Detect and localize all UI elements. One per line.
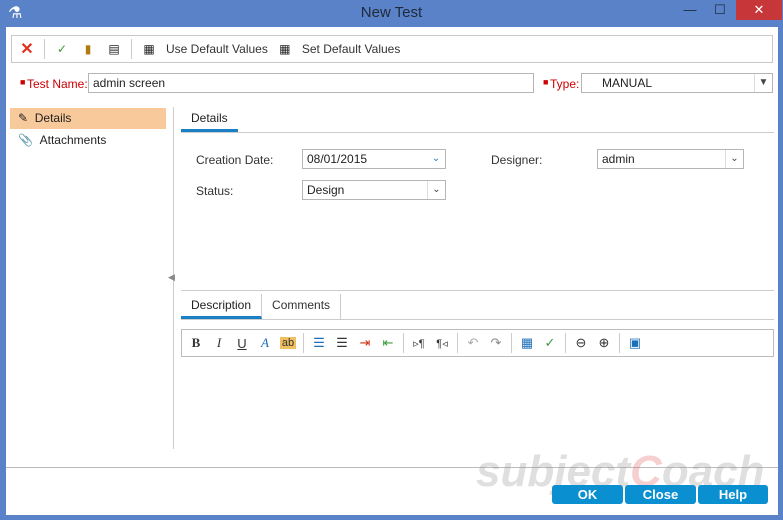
collapse-arrow-icon[interactable]: ◀: [168, 272, 175, 283]
sidebar-item-label: Attachments: [39, 133, 107, 147]
toolbar: ✕ ✓ ▮ ▤ ▦ Use Default Values ▦ Set Defau…: [11, 35, 773, 63]
rich-text-toolbar: B I U A ab ☰ ☰ ⇥ ⇤ ▹¶ ¶◃ ↶ ↷ ▦ ✓ ⊖ ⊕ ▣: [181, 329, 774, 357]
ltr-icon[interactable]: ▹¶: [411, 337, 427, 350]
divider: [403, 333, 404, 353]
tab-description[interactable]: Description: [181, 294, 263, 319]
status-value: Design: [307, 183, 345, 197]
designer-label: Designer:: [491, 153, 543, 167]
designer-value: admin: [602, 152, 635, 166]
divider: [457, 333, 458, 353]
divider: [565, 333, 566, 353]
delete-icon[interactable]: ✕: [18, 39, 36, 59]
calendar-dropdown-icon[interactable]: ⌄: [427, 150, 445, 168]
creation-date-label: Creation Date:: [196, 153, 274, 167]
maximize-button[interactable]: ☐: [706, 0, 734, 20]
sidebar-item-attachments[interactable]: 📎 Attachments: [10, 130, 166, 151]
underline-icon[interactable]: U: [234, 336, 250, 351]
details-tabs: Details: [181, 107, 774, 133]
use-default-icon: ▦: [143, 42, 155, 56]
status-select[interactable]: Design ⌄: [302, 180, 446, 200]
chevron-down-icon[interactable]: ⌄: [725, 150, 743, 168]
divider: [303, 333, 304, 353]
thesaurus-icon[interactable]: ▮: [79, 42, 97, 56]
type-select[interactable]: MANUAL ▼: [581, 73, 773, 93]
help-button[interactable]: Help: [698, 485, 768, 504]
highlight-icon[interactable]: ab: [280, 337, 296, 349]
divider: [131, 39, 132, 59]
italic-icon[interactable]: I: [211, 335, 227, 351]
rtl-icon[interactable]: ¶◃: [434, 337, 450, 350]
minimize-button[interactable]: —: [676, 0, 704, 20]
required-marker: ■: [543, 77, 549, 87]
fullscreen-icon[interactable]: ▣: [627, 335, 643, 351]
outdent-icon[interactable]: ⇤: [380, 335, 396, 351]
table-icon[interactable]: ▦: [519, 335, 535, 351]
creation-date-value: 08/01/2015: [307, 152, 368, 166]
zoom-in-icon[interactable]: ⊕: [596, 335, 612, 351]
numbered-list-icon[interactable]: ☰: [334, 335, 350, 351]
use-default-values-button[interactable]: Use Default Values: [166, 42, 268, 56]
type-value: MANUAL: [602, 76, 653, 90]
test-name-label: Test Name:: [27, 77, 88, 91]
undo-icon[interactable]: ↶: [465, 335, 481, 351]
status-label: Status:: [196, 184, 234, 198]
type-label: Type:: [550, 77, 580, 91]
close-window-button[interactable]: ✕: [736, 0, 782, 20]
description-editor[interactable]: [181, 357, 774, 449]
close-button[interactable]: Close: [625, 485, 696, 504]
paperclip-icon: 📎: [18, 133, 33, 147]
redo-icon[interactable]: ↷: [488, 335, 504, 351]
tab-details[interactable]: Details: [181, 107, 238, 132]
dialog-body: ✕ ✓ ▮ ▤ ▦ Use Default Values ▦ Set Defau…: [6, 27, 778, 515]
spell-check-icon[interactable]: ✓: [542, 335, 558, 351]
sidebar-item-label: Details: [34, 111, 72, 125]
set-default-icon: ▦: [279, 42, 291, 56]
divider: [511, 333, 512, 353]
details-icon: ✎: [18, 111, 29, 125]
creation-date-input[interactable]: 08/01/2015 ⌄: [302, 149, 446, 169]
bold-icon[interactable]: B: [188, 335, 204, 351]
zoom-out-icon[interactable]: ⊖: [573, 335, 589, 351]
divider: [619, 333, 620, 353]
indent-icon[interactable]: ⇥: [357, 335, 373, 351]
chevron-down-icon[interactable]: ▼: [754, 74, 772, 92]
title-bar: ⚗ New Test — ☐ ✕: [0, 0, 783, 27]
set-default-values-button[interactable]: Set Default Values: [302, 42, 401, 56]
spelling-options-icon[interactable]: ▤: [105, 42, 123, 56]
test-name-input[interactable]: admin screen: [88, 73, 534, 93]
bullet-list-icon[interactable]: ☰: [311, 335, 327, 351]
divider: [44, 39, 45, 59]
tab-comments[interactable]: Comments: [262, 294, 342, 319]
chevron-down-icon[interactable]: ⌄: [427, 181, 445, 199]
required-marker: ■: [20, 77, 26, 87]
window-title: New Test: [360, 4, 423, 21]
description-tabs: Description Comments: [181, 290, 774, 320]
ok-button[interactable]: OK: [552, 485, 623, 504]
designer-select[interactable]: admin ⌄: [597, 149, 744, 169]
sidebar-item-details[interactable]: ✎ Details: [10, 108, 166, 129]
font-color-icon[interactable]: A: [257, 335, 273, 351]
spell-check-icon[interactable]: ✓: [53, 42, 71, 56]
